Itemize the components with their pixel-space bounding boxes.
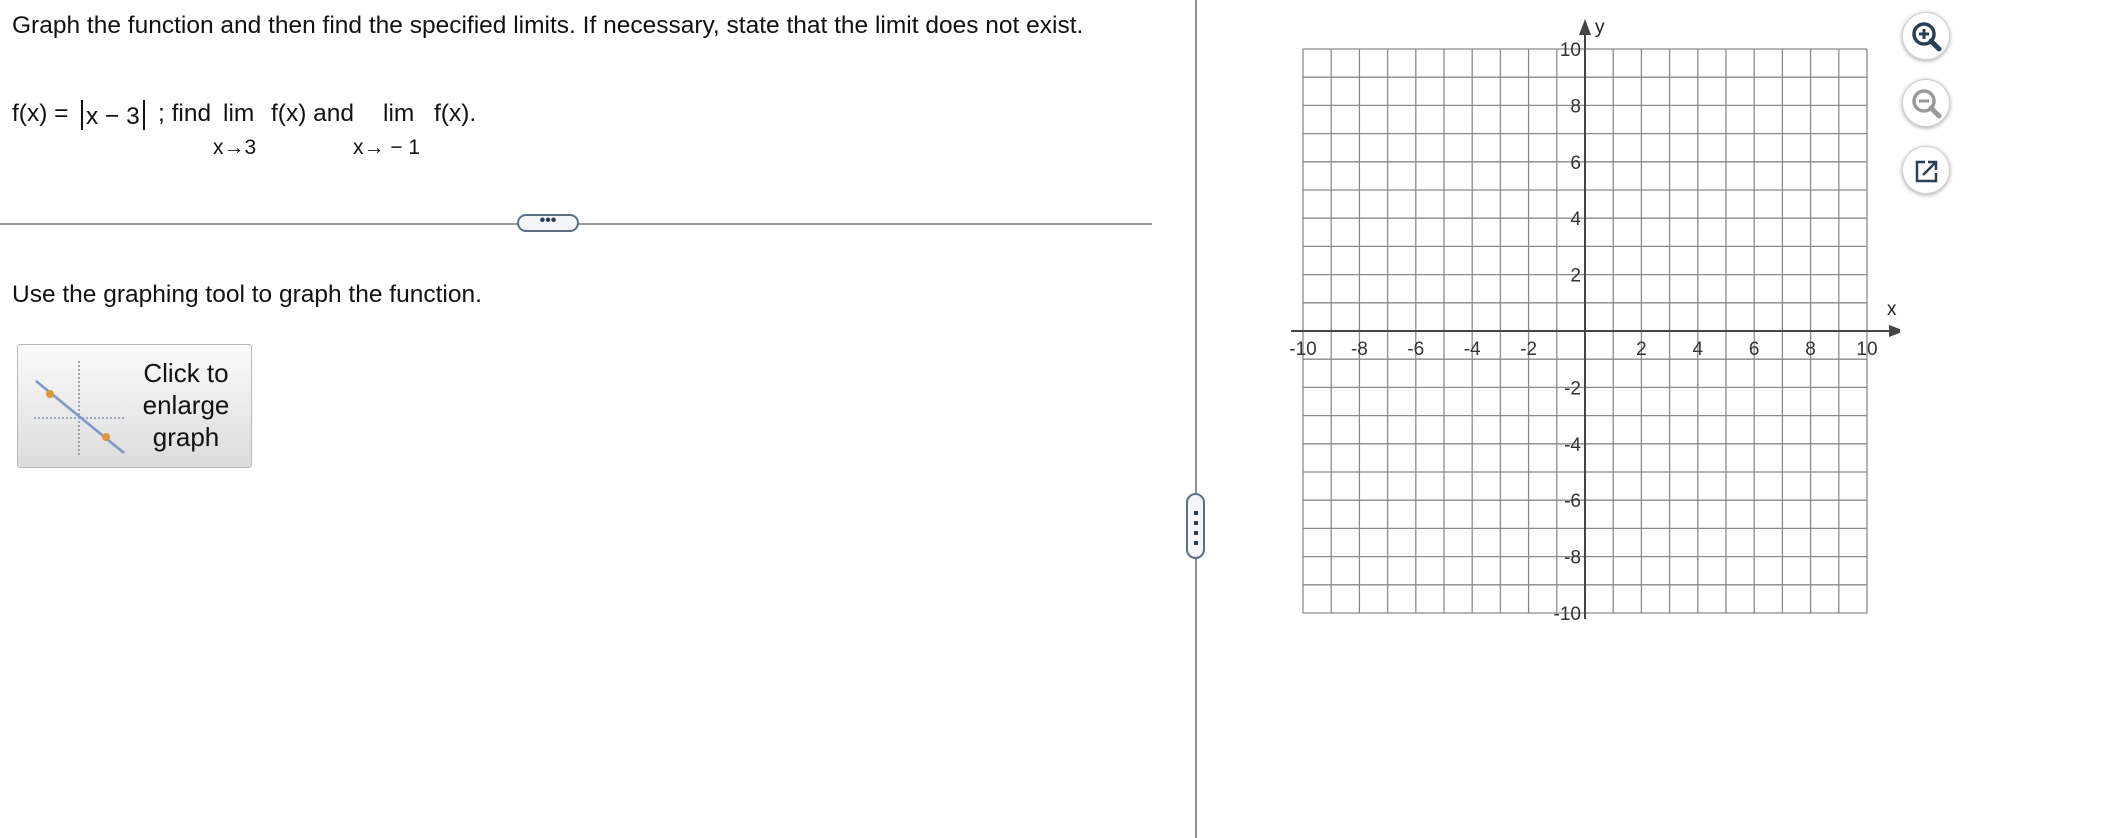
y-tick-label: -2 bbox=[1564, 378, 1581, 399]
question-pane: Graph the function and then find the spe… bbox=[0, 0, 1196, 838]
find-text: ; find bbox=[158, 100, 212, 127]
y-axis-arrow bbox=[1579, 19, 1591, 35]
x-tick-label: 8 bbox=[1805, 339, 1816, 360]
x-tick-label: 10 bbox=[1856, 339, 1877, 360]
lim1-sub: x→3 bbox=[213, 136, 257, 159]
popout-icon bbox=[1915, 160, 1938, 183]
popout-button[interactable] bbox=[1902, 146, 1950, 194]
y-tick-label: 10 bbox=[1560, 40, 1581, 61]
zoom-in-button[interactable] bbox=[1902, 12, 1950, 60]
instruction-text: Use the graphing tool to graph the funct… bbox=[12, 281, 482, 308]
tick-labels: -10 -8 -6 -4 -2 2 4 6 8 10 10 8 6 4 2 -2 -4 -6 -8 -10 bbox=[1289, 40, 1877, 625]
y-tick-label: 8 bbox=[1570, 96, 1581, 117]
x-tick-label: 4 bbox=[1693, 339, 1704, 360]
lim1-expr: f(x) and bbox=[271, 100, 355, 127]
pane-splitter-handle[interactable] bbox=[1186, 493, 1205, 559]
x-tick-label: -4 bbox=[1464, 339, 1481, 360]
lim1-word: lim bbox=[223, 100, 255, 127]
graph-canvas[interactable]: -10 -8 -6 -4 -2 2 4 6 8 10 10 8 6 4 2 -2 -4 -6 -8 -10 x y bbox=[1250, 0, 1900, 638]
y-tick-label: -8 bbox=[1564, 548, 1581, 569]
x-tick-label: -10 bbox=[1289, 339, 1316, 360]
zoom-out-icon bbox=[1912, 89, 1942, 119]
question-text: Graph the function and then find the spe… bbox=[12, 12, 1084, 39]
enlarge-label: Click to enlarge graph bbox=[142, 358, 230, 452]
pane-splitter bbox=[1195, 0, 1197, 838]
y-tick-label: -6 bbox=[1564, 491, 1581, 512]
y-tick-label: 6 bbox=[1570, 153, 1581, 174]
zoom-in-icon bbox=[1912, 22, 1942, 52]
graph-thumbnail-icon bbox=[34, 361, 126, 457]
function-lhs: f(x) = bbox=[12, 100, 69, 127]
y-tick-label: 4 bbox=[1570, 209, 1581, 230]
enlarge-graph-button[interactable]: Click to enlarge graph bbox=[17, 344, 252, 468]
x-axis-label: x bbox=[1887, 299, 1897, 320]
x-tick-label: 6 bbox=[1749, 339, 1760, 360]
y-tick-label: 2 bbox=[1570, 266, 1581, 287]
x-tick-label: 2 bbox=[1636, 339, 1647, 360]
x-tick-label: -6 bbox=[1407, 339, 1424, 360]
expand-toggle-button[interactable]: ••• bbox=[517, 213, 579, 232]
abs-inner: x − 3 bbox=[86, 103, 140, 130]
y-tick-label: -4 bbox=[1564, 435, 1581, 456]
lim2-expr: f(x). bbox=[434, 100, 477, 127]
lim2-sub: x→ − 1 bbox=[353, 136, 421, 159]
x-tick-label: -8 bbox=[1351, 339, 1368, 360]
zoom-out-button[interactable] bbox=[1902, 79, 1950, 127]
absolute-value: x − 3 bbox=[78, 100, 148, 131]
y-tick-label: -10 bbox=[1554, 604, 1581, 625]
x-tick-label: -2 bbox=[1520, 339, 1537, 360]
y-axis-label: y bbox=[1595, 17, 1605, 38]
lim2-word: lim bbox=[383, 100, 415, 127]
x-axis-arrow bbox=[1889, 325, 1900, 337]
